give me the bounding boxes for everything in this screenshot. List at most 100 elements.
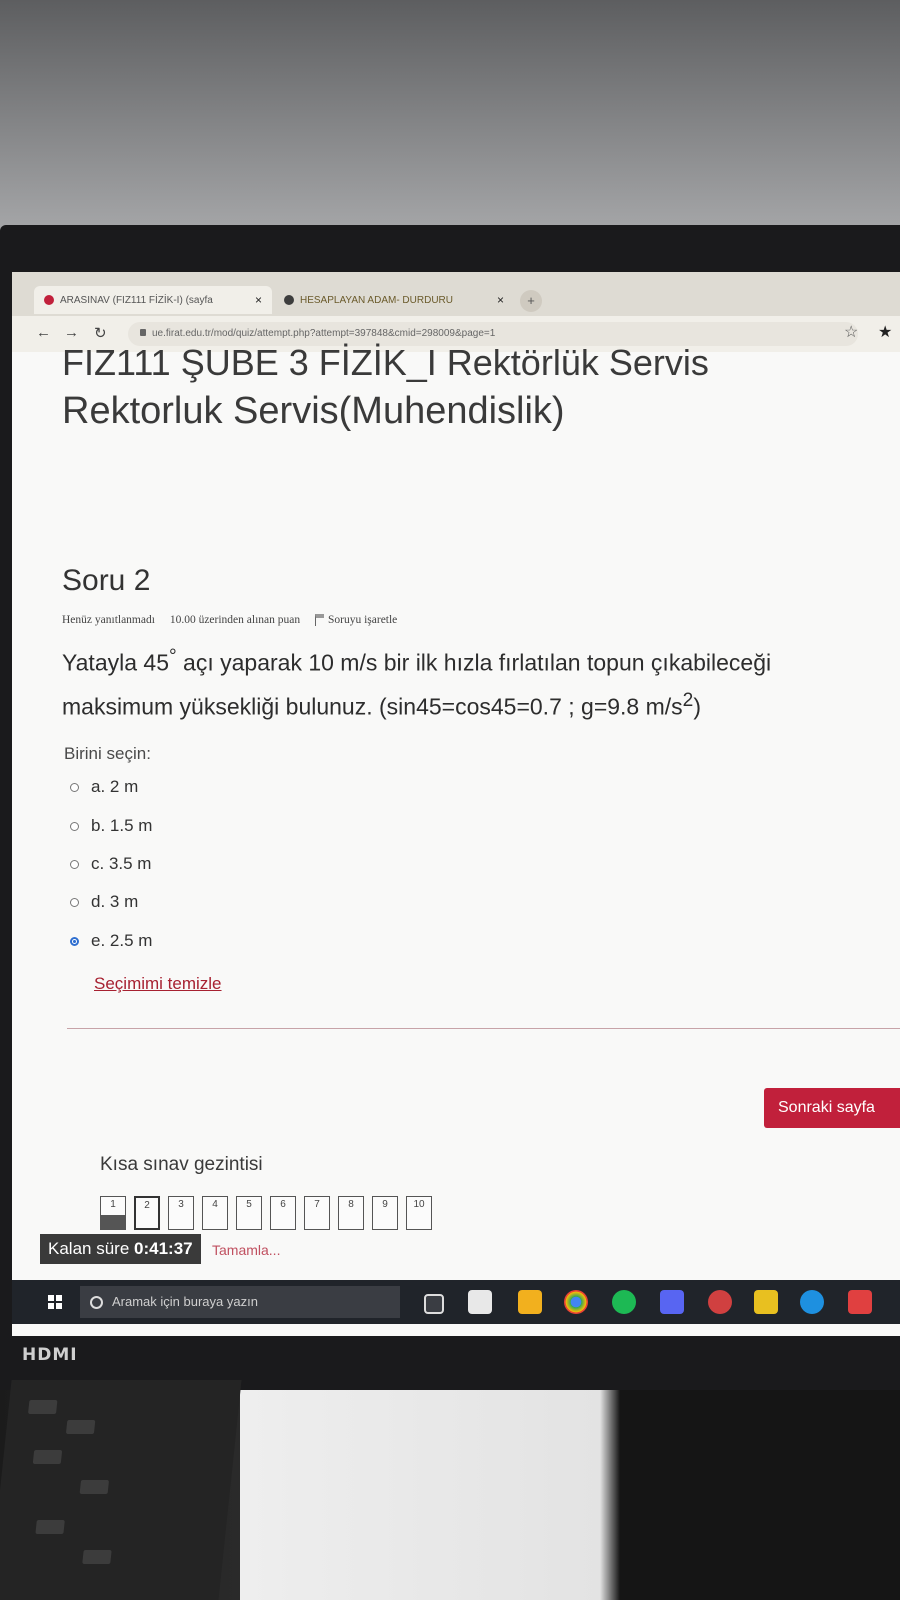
degree-sign: ° <box>168 646 177 667</box>
question-text-part: Yatayla 45 <box>62 649 169 676</box>
option-a[interactable]: a. 2 m <box>70 777 138 797</box>
new-tab-button[interactable]: + <box>520 290 542 312</box>
timer-value: 0:41:37 <box>134 1239 193 1258</box>
course-title-line1: FIZ111 ŞUBE 3 FİZİK_I Rektörlük Servis <box>62 342 709 383</box>
question-info: Henüz yanıtlanmadı 10.00 üzerinden alına… <box>62 614 421 627</box>
radio-button[interactable] <box>70 897 79 907</box>
extension-icon[interactable]: ★ <box>878 322 892 342</box>
finish-attempt-link[interactable]: Tamamla... <box>212 1242 280 1258</box>
url-text: ue.firat.edu.tr/mod/quiz/attempt.php?att… <box>152 328 496 339</box>
option-label: a. 2 m <box>91 777 139 796</box>
quiz-nav-item[interactable]: 1 <box>100 1196 126 1230</box>
radio-button[interactable] <box>70 859 79 869</box>
flag-icon <box>314 614 324 627</box>
flag-label: Soruyu işaretle <box>327 614 398 626</box>
course-title-line2: Rektorluk Servis(Muhendislik) <box>62 390 565 432</box>
reload-icon[interactable]: ↻ <box>94 324 107 342</box>
question-points: 10.00 üzerinden alınan puan <box>169 614 301 626</box>
option-label: c. 3.5 m <box>91 854 152 873</box>
task-view-icon[interactable] <box>424 1294 444 1314</box>
question-text: Yatayla 45° açı yaparak 10 m/s bir ilk h… <box>62 638 862 725</box>
bookmark-star-icon[interactable]: ☆ <box>844 322 858 342</box>
option-label: b. 1.5 m <box>91 816 153 835</box>
question-text-part: ) <box>693 693 701 720</box>
tab-quiz[interactable]: ARASINAV (FIZ111 FİZİK-I) (sayfa × <box>34 286 272 314</box>
tab-calculator[interactable]: HESAPLAYAN ADAM- DURDURU × <box>274 286 514 314</box>
quiz-nav-item[interactable]: 5 <box>236 1196 262 1230</box>
keyboard-key <box>27 1400 58 1414</box>
windows-start-icon[interactable] <box>48 1295 62 1309</box>
tab-close-icon[interactable]: × <box>497 293 504 307</box>
quiz-nav-item[interactable]: 9 <box>372 1196 398 1230</box>
quiz-navigation: 1 2 3 4 5 6 7 8 9 10 <box>100 1196 440 1230</box>
quiz-nav-number: 8 <box>348 1199 354 1210</box>
radio-button[interactable] <box>70 782 79 792</box>
discord-icon[interactable] <box>660 1290 684 1314</box>
keyboard <box>0 1380 242 1600</box>
quiz-nav-number: 7 <box>314 1199 320 1210</box>
radio-button-selected[interactable] <box>70 936 79 946</box>
app-icon[interactable] <box>848 1290 872 1314</box>
option-e[interactable]: e. 2.5 m <box>70 931 152 951</box>
edge-icon[interactable] <box>800 1290 824 1314</box>
quiz-nav-number: 6 <box>280 1199 286 1210</box>
time-remaining: Kalan süre 0:41:37 <box>40 1234 201 1264</box>
tab-label: HESAPLAYAN ADAM- DURDURU <box>300 294 453 306</box>
choose-label: Birini seçin: <box>64 744 151 763</box>
quiz-nav-number: 10 <box>413 1199 425 1210</box>
timer-label: Kalan süre <box>48 1239 130 1258</box>
app-icon[interactable] <box>754 1290 778 1314</box>
question-title: Soru 2 <box>62 564 151 597</box>
monitor-screen: ARASINAV (FIZ111 FİZİK-I) (sayfa × HESAP… <box>12 272 900 1336</box>
option-c[interactable]: c. 3.5 m <box>70 854 151 874</box>
next-page-button[interactable]: Sonraki sayfa <box>764 1088 900 1128</box>
quiz-nav-item[interactable]: 7 <box>304 1196 330 1230</box>
tab-strip: ARASINAV (FIZ111 FİZİK-I) (sayfa × HESAP… <box>12 272 900 320</box>
radio-button[interactable] <box>70 821 79 831</box>
chrome-icon[interactable] <box>564 1290 588 1314</box>
store-icon[interactable] <box>468 1290 492 1314</box>
keyboard-key <box>79 1480 110 1494</box>
quiz-nav-item[interactable]: 10 <box>406 1196 432 1230</box>
windows-taskbar: Aramak için buraya yazın <box>12 1280 900 1324</box>
back-arrow-icon[interactable]: ← <box>36 324 51 341</box>
spotify-icon[interactable] <box>612 1290 636 1314</box>
app-icon[interactable] <box>708 1290 732 1314</box>
flag-question[interactable]: Soruyu işaretle <box>314 614 409 627</box>
wordpress-favicon-icon <box>284 295 294 305</box>
search-icon <box>90 1296 103 1309</box>
option-label: e. 2.5 m <box>91 931 153 950</box>
quiz-nav-number: 1 <box>110 1199 116 1210</box>
superscript: 2 <box>682 689 694 711</box>
quiz-nav-number: 2 <box>144 1200 150 1211</box>
quiz-nav-number: 4 <box>212 1199 218 1210</box>
quiz-nav-number: 9 <box>382 1199 388 1210</box>
clear-choice-link[interactable]: Seçimimi temizle <box>94 974 222 994</box>
tab-close-icon[interactable]: × <box>255 293 262 307</box>
quiz-nav-item[interactable]: 8 <box>338 1196 364 1230</box>
keyboard-key <box>65 1420 96 1434</box>
taskbar-search[interactable]: Aramak için buraya yazın <box>80 1286 400 1318</box>
forward-arrow-icon[interactable]: → <box>64 324 79 341</box>
background-wall <box>0 0 900 240</box>
quiz-nav-item[interactable]: 2 <box>134 1196 160 1230</box>
question-status: Henüz yanıtlanmadı <box>62 614 155 626</box>
monitor-label: HDMI <box>22 1345 78 1365</box>
quiz-page: FIZ111 ŞUBE 3 FİZİK_I Rektörlük Servis R… <box>12 342 900 1336</box>
site-favicon-icon <box>44 295 54 305</box>
lock-icon <box>140 329 146 336</box>
quiz-navigation-title: Kısa sınav gezintisi <box>100 1154 263 1175</box>
keyboard-key <box>35 1520 65 1534</box>
quiz-nav-item[interactable]: 3 <box>168 1196 194 1230</box>
keyboard-key <box>32 1450 63 1464</box>
quiz-nav-item[interactable]: 4 <box>202 1196 228 1230</box>
option-b[interactable]: b. 1.5 m <box>70 816 152 836</box>
quiz-nav-item[interactable]: 6 <box>270 1196 296 1230</box>
file-explorer-icon[interactable] <box>518 1290 542 1314</box>
divider <box>67 1028 900 1029</box>
search-placeholder: Aramak için buraya yazın <box>112 1294 258 1309</box>
keyboard-key <box>82 1550 112 1564</box>
option-d[interactable]: d. 3 m <box>70 892 138 912</box>
option-label: d. 3 m <box>91 892 139 911</box>
tab-label: ARASINAV (FIZ111 FİZİK-I) (sayfa <box>60 294 213 306</box>
